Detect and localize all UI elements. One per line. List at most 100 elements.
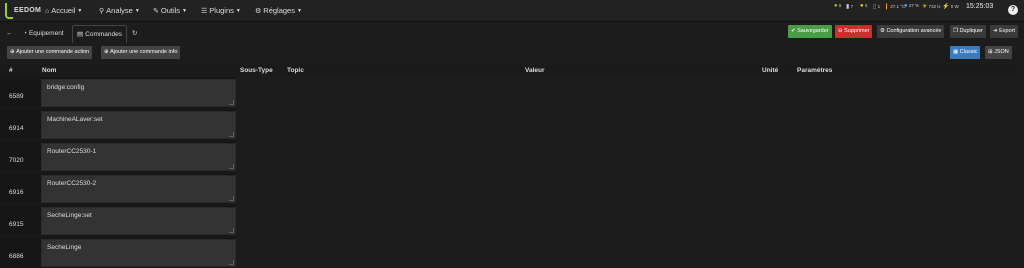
- status-luminosity[interactable]: ☀ 732 lx: [922, 3, 941, 13]
- nav-outils-label: Outils: [160, 6, 181, 15]
- jeedom-logo[interactable]: EEDOM: [3, 1, 41, 21]
- resize-handle-icon[interactable]: [229, 132, 234, 137]
- command-name-text: MachineALaver:set: [47, 116, 103, 123]
- tabs-bar: ← ◔ Equipement ▤ Commandes ↻ ✔ Sauvegarder …: [0, 25, 1024, 43]
- scrollbar[interactable]: [1016, 65, 1024, 264]
- col-valeur: Valeur: [525, 67, 545, 74]
- resize-handle-icon[interactable]: [229, 228, 234, 233]
- status-power-value: 0 W: [950, 4, 959, 9]
- top-navbar: EEDOM ⌂ Accueil ▼ ⚲ Analyse ▼ ✎ Outils ▼ ☰ Plug…: [0, 0, 1024, 22]
- advanced-config-button[interactable]: ⚙ Configuration avancée: [877, 25, 945, 38]
- back-button[interactable]: ←: [2, 25, 17, 43]
- delete-button[interactable]: ⊖ Supprimer: [835, 25, 873, 38]
- tab-equipement-label: Equipement: [28, 30, 64, 37]
- resize-handle-icon[interactable]: [229, 260, 234, 265]
- help-icon[interactable]: ?: [1008, 5, 1018, 15]
- command-name-field[interactable]: bridge:config: [41, 79, 236, 107]
- export-label: Export: [999, 28, 1016, 34]
- minus-circle-icon: ⊖: [838, 28, 843, 34]
- row-id: 7020: [9, 157, 24, 164]
- table-row: 6916 RouterCC2530-2: [0, 173, 236, 204]
- command-name-text: RouterCC2530-2: [47, 180, 97, 187]
- status-lights-value: 0: [864, 3, 868, 8]
- status-humidity[interactable]: ● 27 %: [904, 3, 919, 13]
- user-icon: ●: [834, 3, 838, 9]
- plus-circle-icon: ⊕: [104, 49, 109, 55]
- tab-commandes[interactable]: ▤ Commandes: [72, 25, 128, 43]
- delete-label: Supprimer: [844, 28, 870, 34]
- save-button[interactable]: ✔ Sauvegarder: [788, 25, 832, 38]
- copy-icon: ❐: [953, 28, 958, 34]
- resize-handle-icon[interactable]: [229, 196, 234, 201]
- table-body-right: [236, 77, 1016, 264]
- table-row: 6589 bridge:config: [0, 77, 236, 108]
- table-row: 6886 SecheLinge: [0, 237, 236, 268]
- status-users-value: 5: [838, 3, 842, 8]
- plus-circle-icon: ⊕: [10, 49, 15, 55]
- status-power[interactable]: ⚡ 0 W: [942, 3, 959, 13]
- command-name-field[interactable]: RouterCC2530-2: [41, 175, 236, 203]
- command-name-field[interactable]: MachineALaver:set: [41, 111, 236, 139]
- col-id: #: [9, 67, 13, 74]
- nav-accueil[interactable]: ⌂ Accueil ▼: [45, 0, 82, 22]
- home-icon: ⌂: [45, 8, 50, 15]
- nav-analyse-label: Analyse: [106, 6, 133, 15]
- command-name-field[interactable]: SecheLinge:set: [41, 207, 236, 235]
- command-name-field[interactable]: RouterCC2530-1: [41, 143, 236, 171]
- status-shutters[interactable]: ▮ 7: [846, 3, 853, 13]
- chevron-down-icon: ▼: [182, 8, 187, 14]
- gear-icon: ⚙: [255, 8, 262, 15]
- bulb-icon: ●: [860, 3, 864, 9]
- resize-handle-icon[interactable]: [229, 164, 234, 169]
- refresh-icon: ↻: [132, 30, 138, 37]
- sitemap-icon: ⊞: [988, 49, 993, 55]
- advanced-config-label: Configuration avancée: [886, 28, 942, 34]
- status-temperature[interactable]: ❙ 27.1 °C: [884, 3, 905, 13]
- add-action-label: Ajouter une commande action: [16, 49, 90, 55]
- nav-reglages[interactable]: ⚙ Réglages ▼: [255, 0, 302, 22]
- table-row: 7020 RouterCC2530-1: [0, 141, 236, 172]
- nav-outils[interactable]: ✎ Outils ▼: [153, 0, 187, 22]
- classic-view-button[interactable]: ▦ Classic: [950, 46, 981, 59]
- nav-plugins[interactable]: ☰ Plugins ▼: [201, 0, 241, 22]
- status-lights[interactable]: ● 0: [860, 3, 867, 13]
- row-id: 6914: [9, 125, 24, 132]
- json-view-button[interactable]: ⊞ JSON: [985, 46, 1012, 59]
- table-icon: ▦: [953, 49, 959, 55]
- wrench-icon: ✎: [153, 8, 159, 15]
- resize-handle-icon[interactable]: [229, 100, 234, 105]
- status-luminosity-value: 732 lx: [928, 4, 941, 9]
- command-name-field[interactable]: SecheLinge: [41, 239, 236, 267]
- add-info-command-button[interactable]: ⊕ Ajouter une commande info: [101, 46, 181, 59]
- status-humidity-value: 27 %: [908, 3, 920, 8]
- drop-icon: ●: [904, 3, 908, 9]
- col-unite: Unité: [762, 67, 779, 74]
- chevron-down-icon: ▼: [77, 8, 83, 14]
- save-label: Sauvegarder: [797, 28, 829, 34]
- logo-j-mark: [5, 3, 13, 19]
- add-action-command-button[interactable]: ⊕ Ajouter une commande action: [7, 46, 93, 59]
- command-name-text: RouterCC2530-1: [47, 148, 97, 155]
- door-icon: ▯: [873, 4, 877, 10]
- status-doors[interactable]: ▯ 1: [873, 3, 880, 13]
- command-name-text: bridge:config: [47, 84, 85, 91]
- dashboard-icon: ◔: [23, 30, 27, 37]
- export-button[interactable]: ➜ Export: [990, 25, 1019, 38]
- actions-bar: ⊕ Ajouter une commande action ⊕ Ajouter un…: [0, 46, 1024, 62]
- chevron-down-icon: ▼: [235, 8, 241, 14]
- table-row: 6915 SecheLinge:set: [0, 205, 236, 236]
- refresh-button[interactable]: ↻: [128, 25, 141, 43]
- nav-plugins-label: Plugins: [209, 6, 234, 15]
- lightning-icon: ⚡: [942, 4, 950, 10]
- status-doors-value: 1: [877, 4, 881, 9]
- row-id: 6916: [9, 189, 24, 196]
- cogs-icon: ⚙: [880, 28, 885, 34]
- nav-analyse[interactable]: ⚲ Analyse ▼: [99, 0, 140, 22]
- tab-equipement[interactable]: ◔ Equipement: [19, 25, 68, 43]
- col-parametres: Paramètres: [797, 67, 833, 74]
- list-icon: ☰: [201, 8, 208, 15]
- status-users[interactable]: ● 5: [834, 3, 841, 13]
- col-sous-type: Sous-Type: [240, 67, 273, 74]
- nav-reglages-label: Réglages: [263, 6, 295, 15]
- duplicate-button[interactable]: ❐ Dupliquer: [950, 25, 986, 38]
